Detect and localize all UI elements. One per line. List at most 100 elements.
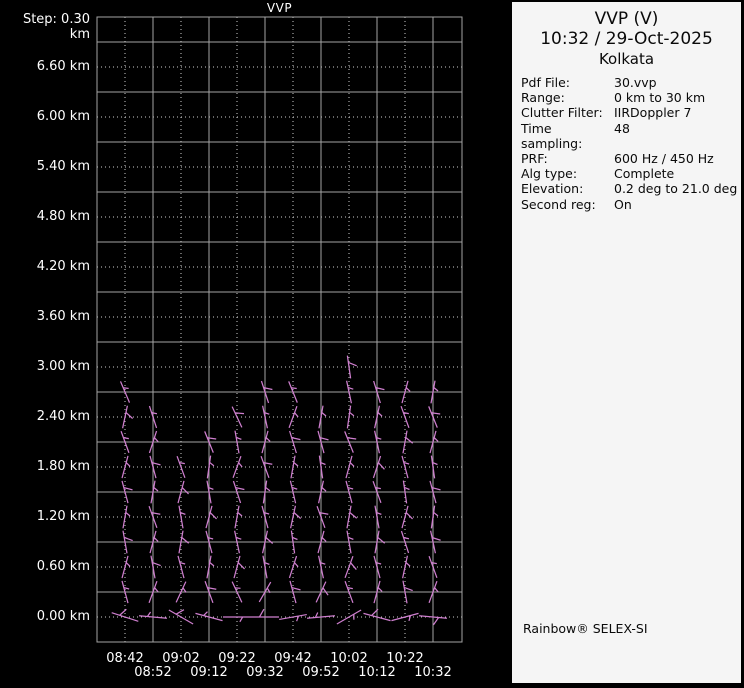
wind-barb-feather bbox=[126, 463, 130, 467]
wind-barb-feather bbox=[347, 438, 356, 439]
wind-barb-feather bbox=[126, 413, 133, 419]
wind-barb-feather bbox=[126, 512, 130, 516]
metadata-label: Time sampling: bbox=[521, 121, 614, 151]
info-panel: VVP (V) 10:32 / 29-Oct-2025 Kolkata Pdf … bbox=[512, 0, 744, 688]
product-datetime: 10:32 / 29-Oct-2025 bbox=[512, 29, 741, 49]
wind-barb-feather bbox=[182, 488, 188, 494]
wind-barb-staff bbox=[233, 456, 241, 478]
site-name: Kolkata bbox=[512, 49, 741, 68]
wind-barb-feather bbox=[235, 413, 244, 414]
wind-barb-feather bbox=[406, 388, 410, 392]
metadata-value: 0 km to 30 km bbox=[614, 90, 705, 105]
wind-barb-feather bbox=[259, 609, 264, 617]
wind-barb-feather bbox=[154, 538, 158, 542]
wind-barb-feather bbox=[266, 538, 273, 544]
x-axis-tick-label: 09:32 bbox=[246, 665, 283, 680]
wind-barb-feather bbox=[350, 463, 354, 467]
wind-barb-feather bbox=[294, 563, 298, 567]
wind-barb-feather bbox=[295, 413, 299, 417]
wind-barb-staff bbox=[122, 556, 128, 578]
x-axis-tick-label: 09:02 bbox=[162, 651, 199, 666]
metadata-row: Alg type:Complete bbox=[521, 166, 741, 181]
wind-barb-feather bbox=[238, 563, 244, 569]
metadata-value: IIRDoppler 7 bbox=[614, 105, 691, 120]
metadata-value: 600 Hz / 450 Hz bbox=[614, 151, 714, 166]
product-title: VVP (V) bbox=[512, 2, 741, 29]
metadata-value: 0.2 deg to 21.0 deg bbox=[614, 181, 737, 196]
wind-barb-feather bbox=[154, 487, 158, 491]
x-axis-tick-label: 10:22 bbox=[386, 651, 423, 666]
wind-barb-feather bbox=[291, 388, 296, 389]
y-axis-tick-label: 6.00 km bbox=[0, 109, 90, 125]
metadata-row: Time sampling:48 bbox=[521, 121, 741, 151]
wind-barb-feather bbox=[434, 387, 438, 391]
wind-barb-feather bbox=[239, 463, 243, 467]
metadata-label: Pdf File: bbox=[521, 75, 614, 90]
metadata-row: Pdf File:30.vvp bbox=[521, 75, 741, 90]
x-axis-tick-label: 09:52 bbox=[302, 665, 339, 680]
wind-barb-feather bbox=[294, 513, 301, 519]
vvp-product-window: VVP Step: 0.30 km 6.60 km6.00 km5.40 km4… bbox=[0, 0, 744, 688]
wind-barb-feather bbox=[266, 438, 270, 442]
wind-barb-feather bbox=[294, 462, 298, 466]
wind-barb-feather bbox=[322, 538, 326, 542]
y-axis-tick-label: 4.20 km bbox=[0, 259, 90, 275]
wind-barb-staff bbox=[289, 556, 296, 578]
wind-barb-feather bbox=[176, 610, 184, 615]
x-axis-tick-label: 10:02 bbox=[330, 651, 367, 666]
wind-barb-feather bbox=[433, 617, 438, 624]
x-axis-tick-label: 10:32 bbox=[414, 665, 451, 680]
wind-barb-staff bbox=[291, 456, 295, 479]
wind-barb-feather bbox=[126, 563, 130, 567]
metadata-value: 48 bbox=[614, 121, 630, 151]
wind-barb-feather bbox=[266, 487, 270, 490]
brand-footer: Rainbow® SELEX-SI bbox=[523, 621, 648, 636]
metadata-label: Elevation: bbox=[521, 181, 614, 196]
wind-barb-feather bbox=[322, 488, 326, 492]
y-axis-tick-label: 0.60 km bbox=[0, 559, 90, 575]
metadata-value: Complete bbox=[614, 166, 674, 181]
y-axis-tick-label: 3.60 km bbox=[0, 309, 90, 325]
wind-barb-feather bbox=[434, 512, 438, 515]
metadata-row: Elevation:0.2 deg to 21.0 deg bbox=[521, 181, 741, 196]
wind-barb-staff bbox=[345, 556, 353, 578]
wind-barb-feather bbox=[435, 588, 439, 592]
x-axis-tick-label: 09:42 bbox=[274, 651, 311, 666]
wind-barb-feather bbox=[350, 412, 354, 415]
y-axis-tick-label: 1.80 km bbox=[0, 459, 90, 475]
metadata-label: Range: bbox=[521, 90, 614, 105]
metadata-label: Clutter Filter: bbox=[521, 105, 614, 120]
wind-barb-feather bbox=[210, 562, 214, 566]
wind-barb-staff bbox=[346, 456, 352, 478]
metadata-label: Second reg: bbox=[521, 197, 614, 212]
x-axis-tick-label: 09:22 bbox=[218, 651, 255, 666]
wind-barb-feather bbox=[155, 588, 159, 592]
wind-barb-feather bbox=[378, 463, 384, 470]
metadata-row: Clutter Filter:IIRDoppler 7 bbox=[521, 105, 741, 120]
metadata-value: 30.vvp bbox=[614, 75, 657, 90]
y-axis-tick-label: 6.60 km bbox=[0, 59, 90, 75]
wind-barb-feather bbox=[378, 588, 382, 592]
x-axis-tick-label: 10:12 bbox=[358, 665, 395, 680]
wind-barb-staff bbox=[122, 456, 128, 478]
y-axis-tick-label: 1.20 km bbox=[0, 509, 90, 525]
metadata-list: Pdf File:30.vvpRange:0 km to 30 kmClutte… bbox=[512, 68, 741, 212]
wind-barb-feather bbox=[238, 512, 242, 516]
wind-barb-feather bbox=[120, 609, 127, 615]
wind-barb-feather bbox=[351, 563, 357, 570]
wind-barb-staff bbox=[391, 613, 418, 620]
wind-barb-feather bbox=[406, 513, 412, 519]
wind-barb-staff bbox=[347, 356, 350, 379]
x-axis-tick-label: 08:52 bbox=[134, 665, 171, 680]
metadata-row: PRF:600 Hz / 450 Hz bbox=[521, 151, 741, 166]
wind-barb-feather bbox=[124, 537, 132, 540]
wind-barb-staff bbox=[177, 456, 185, 478]
x-axis-tick-label: 08:42 bbox=[106, 651, 143, 666]
wind-barb-feather bbox=[378, 413, 382, 417]
y-axis-tick-label: 2.40 km bbox=[0, 409, 90, 425]
wind-barb-feather bbox=[147, 612, 150, 617]
y-axis-tick-label: 3.00 km bbox=[0, 359, 90, 375]
y-axis-tick-label: 5.40 km bbox=[0, 159, 90, 175]
metadata-row: Range:0 km to 30 km bbox=[521, 90, 741, 105]
metadata-label: Alg type: bbox=[521, 166, 614, 181]
